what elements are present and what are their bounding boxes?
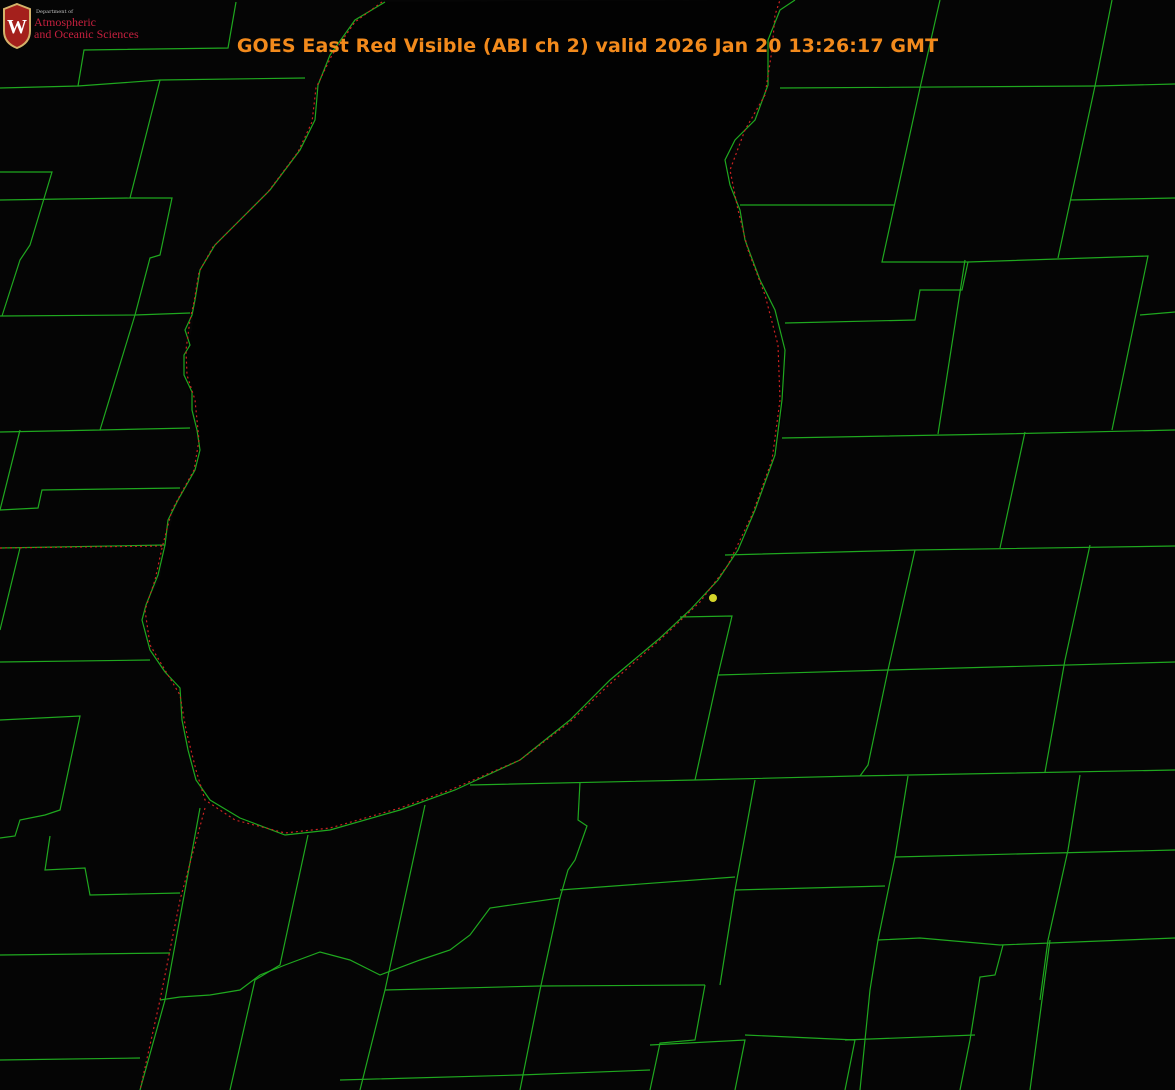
lake-michigan [145,0,785,832]
satellite-viewer: W Department of Atmospheric and Oceanic … [0,0,1175,1090]
satellite-map [0,0,1175,1090]
station-marker [709,594,717,602]
image-title: GOES East Red Visible (ABI ch 2) valid 2… [0,35,1175,57]
title-text: GOES East Red Visible (ABI ch 2) valid 2… [236,35,939,57]
